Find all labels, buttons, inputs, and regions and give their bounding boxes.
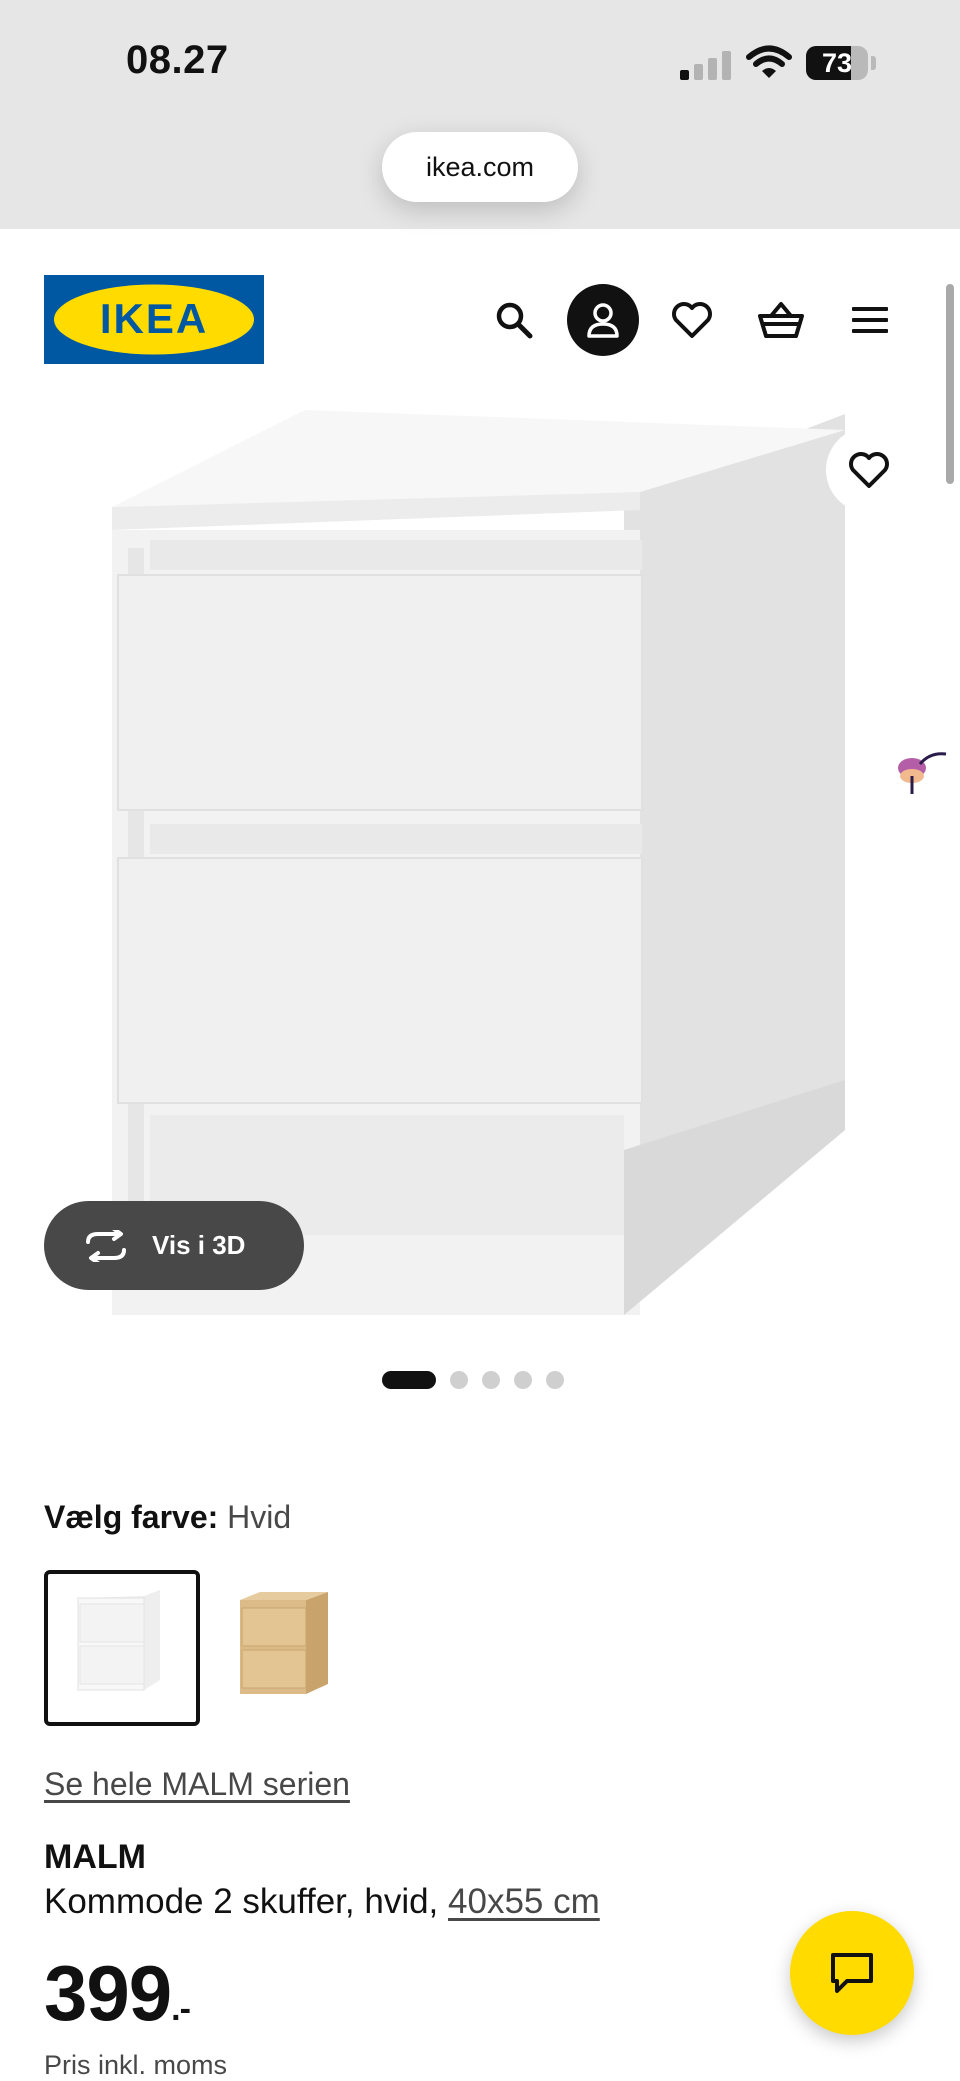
color-label: Vælg farve: <box>44 1499 219 1535</box>
product-size-link[interactable]: 40x55 cm <box>448 1882 600 1921</box>
price-value: 399 <box>44 1949 172 2037</box>
basket-button[interactable] <box>745 284 817 356</box>
view-in-3d-button[interactable]: Vis i 3D <box>44 1201 304 1290</box>
oak-chest-thumbnail <box>240 1592 328 1694</box>
menu-button[interactable] <box>834 284 906 356</box>
product-price: 399.- <box>44 1954 191 2032</box>
product-image[interactable] <box>0 380 960 1340</box>
drawer-chest-illustration <box>112 410 845 1315</box>
search-button[interactable] <box>478 284 550 356</box>
battery-level: 73 <box>821 48 853 78</box>
view-in-3d-label: Vis i 3D <box>152 1230 246 1260</box>
status-time: 08.27 <box>126 38 229 82</box>
carousel-dot-4[interactable] <box>514 1371 532 1389</box>
chat-icon <box>831 1953 873 1993</box>
color-selector-heading: Vælg farve: Hvid <box>44 1499 291 1536</box>
menu-icon <box>852 307 888 333</box>
ikea-logo-graphic: IKEA <box>44 275 264 364</box>
profile-button[interactable] <box>567 284 639 356</box>
heart-icon <box>849 452 889 488</box>
product-description-text: Kommode 2 skuffer, hvid, <box>44 1882 439 1921</box>
ikea-logo-text: IKEA <box>100 295 208 342</box>
image-carousel-indicator <box>382 1370 564 1390</box>
color-swatch-oak[interactable] <box>210 1570 366 1726</box>
product-description: Kommode 2 skuffer, hvid, 40x55 cm <box>44 1882 600 1922</box>
basket-icon <box>758 302 804 338</box>
carousel-dot-1[interactable] <box>382 1371 436 1389</box>
add-to-wishlist-button[interactable] <box>826 427 912 513</box>
search-icon <box>496 302 533 339</box>
white-chest-thumbnail <box>77 1590 160 1691</box>
wifi-icon <box>746 45 792 78</box>
hummingbird-icon[interactable] <box>890 746 950 798</box>
rotate-3d-icon <box>86 1229 126 1262</box>
user-icon <box>587 303 619 338</box>
price-suffix: .- <box>171 1990 191 2028</box>
carousel-dot-3[interactable] <box>482 1371 500 1389</box>
color-value: Hvid <box>227 1499 292 1535</box>
series-link[interactable]: Se hele MALM serien <box>44 1766 350 1803</box>
ikea-logo[interactable]: IKEA <box>44 275 264 364</box>
color-swatch-white[interactable] <box>44 1570 200 1726</box>
cellular-signal-icon <box>680 50 734 80</box>
favourites-button[interactable] <box>656 284 728 356</box>
status-bar: 08.27 73 ikea.com <box>0 0 960 229</box>
product-name: MALM <box>44 1838 146 1876</box>
heart-icon <box>672 302 712 338</box>
battery-icon: 73 <box>806 46 868 80</box>
chat-button[interactable] <box>790 1911 914 2035</box>
carousel-dot-5[interactable] <box>546 1371 564 1389</box>
price-note: Pris inkl. moms <box>44 2050 228 2080</box>
address-bar[interactable]: ikea.com <box>382 132 578 202</box>
carousel-dot-2[interactable] <box>450 1371 468 1389</box>
battery-cap <box>871 56 876 70</box>
